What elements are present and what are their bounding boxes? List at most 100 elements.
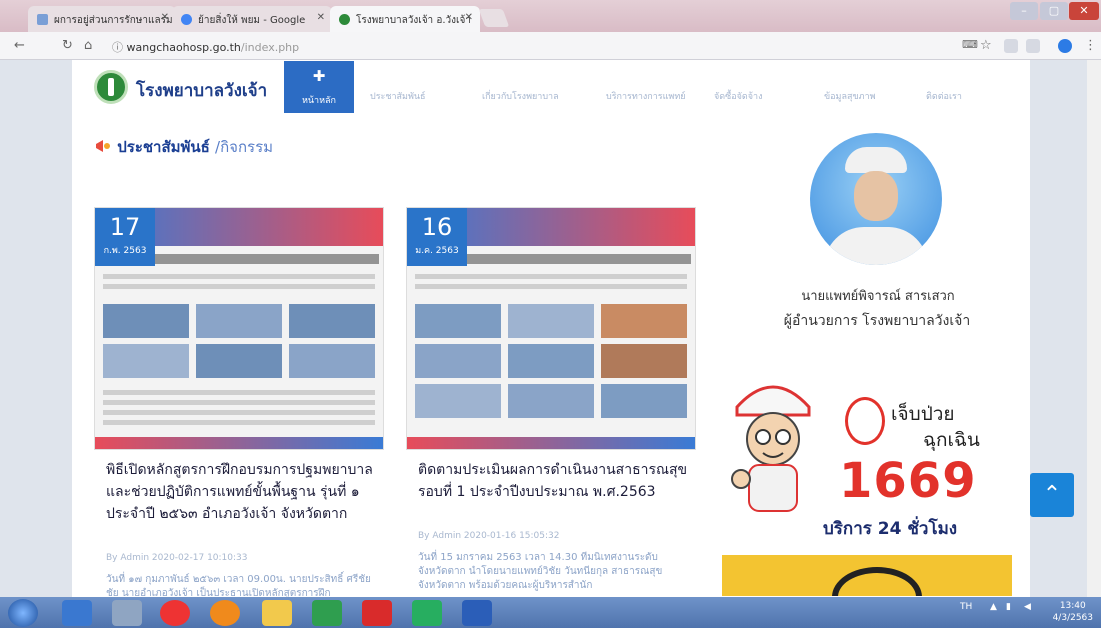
bookmark-star-icon[interactable]: ☆	[980, 38, 992, 53]
section-title: ประชาสัมพันธ์ /กิจกรรม	[94, 135, 273, 159]
nav-item-health-info[interactable]: ข้อมูลสุขภาพ	[824, 89, 876, 103]
acrobat-icon[interactable]	[362, 600, 392, 626]
emergency-1669-banner[interactable]: เจ็บป่วย ฉุกเฉิน 1669 บริการ 24 ชั่วโมง	[727, 367, 1010, 539]
image-photo	[289, 344, 375, 378]
uniform-shape	[824, 227, 928, 265]
image-footer-band	[95, 437, 383, 449]
close-tab-icon[interactable]: ✕	[161, 12, 169, 23]
info-icon: ⓘ	[112, 41, 127, 54]
network-icon[interactable]: ▮	[1006, 602, 1011, 612]
emergency-line2: ฉุกเฉิน	[923, 429, 980, 451]
clock-date: 4/3/2563	[1052, 613, 1093, 623]
maximize-button[interactable]: ▢	[1040, 2, 1068, 20]
image-photo	[508, 344, 594, 378]
system-clock[interactable]: 13:40 4/3/2563	[1053, 600, 1093, 624]
line-icon[interactable]	[412, 600, 442, 626]
back-to-top-button[interactable]: ⌃	[1030, 473, 1074, 517]
nav-item-pr[interactable]: ประชาสัมพันธ์	[370, 89, 426, 103]
tab-label: ย้ายสิ่งให้ พยม - Google	[198, 15, 306, 26]
browser-tab-1[interactable]: ผการอยู่ส่วนการรักษาแลรม ✕	[28, 6, 176, 32]
image-text-line	[103, 284, 375, 289]
date-month: ม.ค. 2563	[415, 246, 459, 256]
nav-item-about[interactable]: เกี่ยวกับโรงพยาบาล	[482, 89, 559, 103]
hospital-favicon-icon	[339, 14, 350, 25]
image-photo	[601, 344, 687, 378]
post-meta: By Admin 2020-01-16 15:05:32	[418, 531, 560, 541]
home-label: หน้าหลัก	[301, 96, 337, 106]
plus-icon: ✚	[312, 67, 326, 85]
profile-icon[interactable]	[1058, 39, 1072, 53]
nav-item-contact[interactable]: ติดต่อเรา	[926, 89, 962, 103]
back-arrow-icon[interactable]: ←	[14, 38, 25, 53]
page-icon	[37, 14, 48, 25]
emergency-service: บริการ 24 ชั่วโมง	[823, 519, 958, 539]
image-text-line	[103, 400, 375, 405]
close-window-button[interactable]: ✕	[1069, 2, 1099, 20]
emergency-number: 1669	[839, 453, 977, 509]
close-tab-icon[interactable]: ✕	[465, 12, 473, 23]
opera-icon[interactable]	[160, 600, 190, 626]
tab-label: โรงพยาบาลวังเจ้า อ.วังเจ้า	[356, 15, 471, 26]
section-subtitle[interactable]: /กิจกรรม	[215, 138, 273, 156]
scrollbar[interactable]	[1087, 60, 1101, 597]
new-tab-button[interactable]	[478, 9, 510, 27]
hospital-logo[interactable]	[94, 70, 128, 104]
extension-icon[interactable]	[1026, 39, 1040, 53]
word-icon[interactable]	[462, 600, 492, 626]
home-icon[interactable]: ⌂	[84, 38, 92, 53]
url-path: /index.php	[240, 41, 300, 54]
image-photo	[415, 384, 501, 418]
extension-icon[interactable]	[1004, 39, 1018, 53]
browser-tab-2[interactable]: ย้ายสิ่งให้ พยม - Google ✕	[172, 6, 332, 32]
image-text-line	[103, 410, 375, 415]
phone-icon	[845, 397, 885, 445]
image-photo	[508, 384, 594, 418]
image-photo	[415, 344, 501, 378]
director-name: นายแพทย์พิจารณ์ สารเสวก	[801, 289, 955, 304]
close-tab-icon[interactable]: ✕	[317, 12, 325, 23]
reload-icon[interactable]: ↻	[62, 38, 73, 53]
secondary-banner[interactable]	[722, 555, 1012, 596]
content-area: ประชาสัมพันธ์ /กิจกรรม 17 ก.พ. 2563 พิธี…	[72, 115, 1030, 597]
image-text-line	[103, 274, 375, 279]
clock-time: 13:40	[1059, 601, 1086, 611]
browser-toolbar: ← ↻ ⌂ ⓘ wangchaohosp.go.th/index.php ⌨ ☆…	[0, 32, 1101, 60]
image-photo	[508, 304, 594, 338]
page-container: โรงพยาบาลวังเจ้า ✚ หน้าหลัก ประชาสัมพันธ…	[72, 60, 1030, 597]
image-footer-band	[407, 437, 695, 449]
megaphone-icon	[96, 140, 110, 152]
address-bar[interactable]: ⓘ wangchaohosp.go.th/index.php	[108, 36, 948, 56]
folder-icon[interactable]	[262, 600, 292, 626]
date-badge: 16 ม.ค. 2563	[407, 208, 467, 266]
date-badge: 17 ก.พ. 2563	[95, 208, 155, 266]
start-button[interactable]	[8, 599, 38, 627]
minimize-button[interactable]: –	[1010, 2, 1038, 20]
site-name[interactable]: โรงพยาบาลวังเจ้า	[136, 77, 267, 104]
ie-icon[interactable]	[62, 600, 92, 626]
post-excerpt: วันที่ 15 มกราคม 2563 เวลา 14.30 ทีมนิเท…	[418, 552, 663, 591]
volume-icon[interactable]: ◀	[1024, 602, 1031, 612]
post-title[interactable]: พิธีเปิดหลักสูตรการฝึกอบรมการปฐมพยาบาลแล…	[106, 459, 376, 525]
image-text-line	[103, 420, 375, 425]
language-indicator[interactable]: TH	[960, 602, 972, 612]
banner-graphic	[832, 567, 922, 596]
media-player-icon[interactable]	[112, 600, 142, 626]
nav-item-procurement[interactable]: จัดซื้อจัดจ้าง	[714, 89, 762, 103]
browser-tab-3[interactable]: โรงพยาบาลวังเจ้า อ.วังเจ้า ✕	[330, 6, 480, 32]
excel-icon[interactable]	[312, 600, 342, 626]
nav-item-services[interactable]: บริการทางการแพทย์	[606, 89, 686, 103]
image-photo	[415, 304, 501, 338]
firefox-icon[interactable]	[210, 600, 240, 626]
nav-home-button[interactable]: ✚ หน้าหลัก	[284, 61, 354, 113]
cap-shape	[845, 147, 907, 173]
mascot-icon	[731, 385, 811, 512]
tray-arrow-icon[interactable]: ▲	[990, 602, 997, 612]
menu-dots-icon[interactable]: ⋮	[1084, 38, 1097, 53]
browser-tabstrip: ผการอยู่ส่วนการรักษาแลรม ✕ ย้ายสิ่งให้ พ…	[0, 0, 1101, 32]
tab-label: ผการอยู่ส่วนการรักษาแลรม	[54, 15, 173, 26]
post-image[interactable]: 16 ม.ค. 2563	[406, 207, 696, 450]
image-text-line	[415, 274, 687, 279]
post-image[interactable]: 17 ก.พ. 2563	[94, 207, 384, 450]
post-title[interactable]: ติดตามประเมินผลการดำเนินงานสาธารณสุข รอบ…	[418, 459, 688, 503]
translate-icon[interactable]: ⌨	[962, 38, 978, 51]
